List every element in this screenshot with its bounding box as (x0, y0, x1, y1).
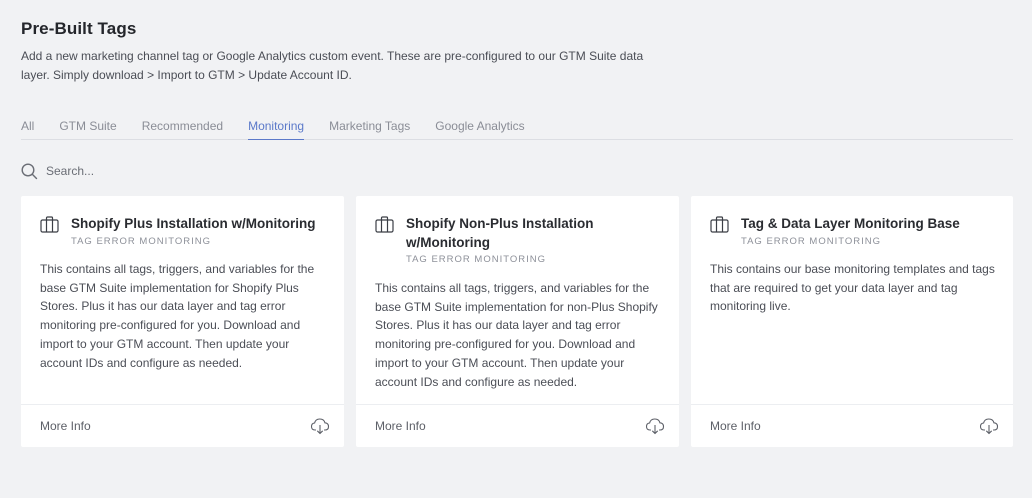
card-title: Shopify Non-Plus Installation w/Monitori… (406, 216, 594, 250)
more-info-link[interactable]: More Info (40, 419, 91, 433)
tag-card-shopify-plus: Shopify Plus Installation w/Monitoring T… (21, 196, 344, 447)
tab-google-analytics[interactable]: Google Analytics (435, 119, 524, 140)
briefcase-icon (40, 216, 59, 233)
briefcase-icon (375, 216, 394, 233)
tab-marketing-tags[interactable]: Marketing Tags (329, 119, 410, 140)
card-description: This contains all tags, triggers, and va… (40, 262, 315, 370)
tab-gtm-suite[interactable]: GTM Suite (59, 119, 116, 140)
card-title: Tag & Data Layer Monitoring Base (741, 216, 960, 231)
card-category: TAG ERROR MONITORING (71, 235, 211, 247)
search-bar (21, 161, 246, 181)
card-description: This contains our base monitoring templa… (710, 262, 995, 314)
page-subtitle: Add a new marketing channel tag or Googl… (21, 49, 644, 82)
briefcase-icon (710, 216, 729, 233)
search-input[interactable] (46, 164, 246, 178)
tag-card-shopify-non-plus: Shopify Non-Plus Installation w/Monitori… (356, 196, 679, 447)
cloud-download-icon[interactable] (310, 417, 330, 435)
card-header: Tag & Data Layer Monitoring Base TAG ERR… (710, 215, 995, 247)
card-category: TAG ERROR MONITORING (741, 235, 881, 247)
search-icon (21, 162, 38, 179)
tag-card-monitoring-base: Tag & Data Layer Monitoring Base TAG ERR… (691, 196, 1013, 447)
more-info-link[interactable]: More Info (710, 419, 761, 433)
cloud-download-icon[interactable] (645, 417, 665, 435)
page-title: Pre-Built Tags (21, 19, 137, 38)
category-tabs: All GTM Suite Recommended Monitoring Mar… (21, 119, 1013, 140)
card-header: Shopify Non-Plus Installation w/Monitori… (375, 215, 661, 265)
tab-all[interactable]: All (21, 119, 34, 140)
card-footer: More Info (356, 404, 679, 447)
tab-monitoring[interactable]: Monitoring (248, 119, 305, 140)
cloud-download-icon[interactable] (979, 417, 999, 435)
card-title: Shopify Plus Installation w/Monitoring (71, 216, 316, 231)
card-description: This contains all tags, triggers, and va… (375, 281, 658, 389)
card-footer: More Info (21, 404, 344, 447)
pre-built-tags-page: Pre-Built Tags Add a new marketing chann… (0, 0, 1032, 498)
card-header: Shopify Plus Installation w/Monitoring T… (40, 215, 326, 247)
tab-recommended[interactable]: Recommended (142, 119, 223, 140)
card-category: TAG ERROR MONITORING (406, 254, 546, 265)
more-info-link[interactable]: More Info (375, 419, 426, 433)
card-footer: More Info (691, 404, 1013, 447)
